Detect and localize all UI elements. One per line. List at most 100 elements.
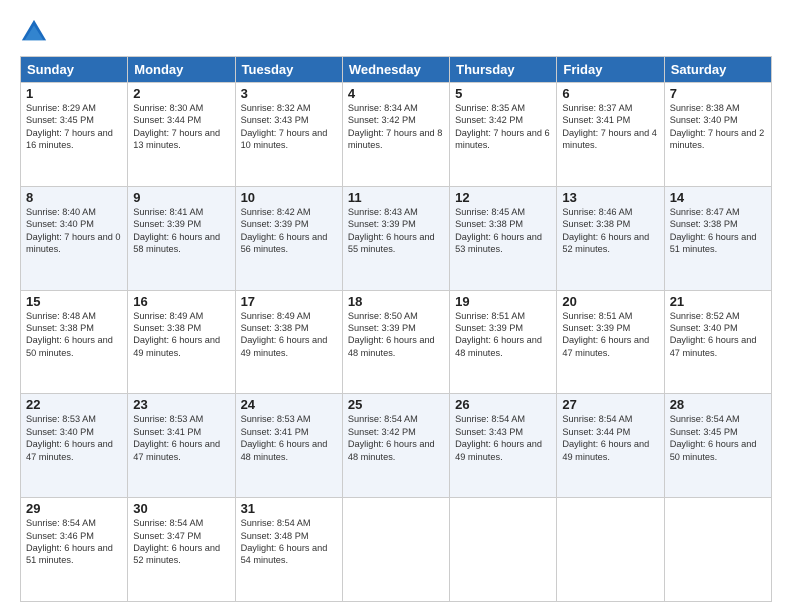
cell-text: Sunrise: 8:38 AMSunset: 3:40 PMDaylight:… — [670, 102, 766, 152]
calendar-cell: 10Sunrise: 8:42 AMSunset: 3:39 PMDayligh… — [235, 186, 342, 290]
cell-text: Sunrise: 8:41 AMSunset: 3:39 PMDaylight:… — [133, 206, 229, 256]
calendar-cell: 29Sunrise: 8:54 AMSunset: 3:46 PMDayligh… — [21, 498, 128, 602]
calendar-cell: 5Sunrise: 8:35 AMSunset: 3:42 PMDaylight… — [450, 83, 557, 187]
calendar-cell: 14Sunrise: 8:47 AMSunset: 3:38 PMDayligh… — [664, 186, 771, 290]
cell-text: Sunrise: 8:29 AMSunset: 3:45 PMDaylight:… — [26, 102, 122, 152]
cell-text: Sunrise: 8:54 AMSunset: 3:46 PMDaylight:… — [26, 517, 122, 567]
day-header-friday: Friday — [557, 57, 664, 83]
cell-text: Sunrise: 8:46 AMSunset: 3:38 PMDaylight:… — [562, 206, 658, 256]
calendar-cell: 1Sunrise: 8:29 AMSunset: 3:45 PMDaylight… — [21, 83, 128, 187]
cell-text: Sunrise: 8:51 AMSunset: 3:39 PMDaylight:… — [455, 310, 551, 360]
day-number: 23 — [133, 397, 229, 412]
cell-text: Sunrise: 8:45 AMSunset: 3:38 PMDaylight:… — [455, 206, 551, 256]
day-number: 1 — [26, 86, 122, 101]
cell-text: Sunrise: 8:48 AMSunset: 3:38 PMDaylight:… — [26, 310, 122, 360]
cell-text: Sunrise: 8:47 AMSunset: 3:38 PMDaylight:… — [670, 206, 766, 256]
cell-text: Sunrise: 8:54 AMSunset: 3:45 PMDaylight:… — [670, 413, 766, 463]
cell-text: Sunrise: 8:37 AMSunset: 3:41 PMDaylight:… — [562, 102, 658, 152]
cell-text: Sunrise: 8:53 AMSunset: 3:41 PMDaylight:… — [133, 413, 229, 463]
calendar-cell: 2Sunrise: 8:30 AMSunset: 3:44 PMDaylight… — [128, 83, 235, 187]
logo — [20, 18, 52, 46]
day-header-wednesday: Wednesday — [342, 57, 449, 83]
day-number: 30 — [133, 501, 229, 516]
calendar-cell: 23Sunrise: 8:53 AMSunset: 3:41 PMDayligh… — [128, 394, 235, 498]
day-number: 11 — [348, 190, 444, 205]
calendar-week-1: 1Sunrise: 8:29 AMSunset: 3:45 PMDaylight… — [21, 83, 772, 187]
cell-text: Sunrise: 8:49 AMSunset: 3:38 PMDaylight:… — [241, 310, 337, 360]
day-number: 12 — [455, 190, 551, 205]
day-number: 2 — [133, 86, 229, 101]
cell-text: Sunrise: 8:49 AMSunset: 3:38 PMDaylight:… — [133, 310, 229, 360]
calendar-header-row: SundayMondayTuesdayWednesdayThursdayFrid… — [21, 57, 772, 83]
day-number: 6 — [562, 86, 658, 101]
calendar-cell — [557, 498, 664, 602]
day-number: 13 — [562, 190, 658, 205]
calendar-cell: 16Sunrise: 8:49 AMSunset: 3:38 PMDayligh… — [128, 290, 235, 394]
calendar-week-3: 15Sunrise: 8:48 AMSunset: 3:38 PMDayligh… — [21, 290, 772, 394]
calendar-cell: 3Sunrise: 8:32 AMSunset: 3:43 PMDaylight… — [235, 83, 342, 187]
day-number: 24 — [241, 397, 337, 412]
calendar-cell: 13Sunrise: 8:46 AMSunset: 3:38 PMDayligh… — [557, 186, 664, 290]
day-header-tuesday: Tuesday — [235, 57, 342, 83]
day-number: 16 — [133, 294, 229, 309]
day-number: 29 — [26, 501, 122, 516]
day-number: 21 — [670, 294, 766, 309]
day-header-sunday: Sunday — [21, 57, 128, 83]
cell-text: Sunrise: 8:54 AMSunset: 3:48 PMDaylight:… — [241, 517, 337, 567]
calendar-week-5: 29Sunrise: 8:54 AMSunset: 3:46 PMDayligh… — [21, 498, 772, 602]
day-number: 27 — [562, 397, 658, 412]
cell-text: Sunrise: 8:52 AMSunset: 3:40 PMDaylight:… — [670, 310, 766, 360]
day-number: 19 — [455, 294, 551, 309]
day-number: 10 — [241, 190, 337, 205]
calendar-body: 1Sunrise: 8:29 AMSunset: 3:45 PMDaylight… — [21, 83, 772, 602]
day-number: 5 — [455, 86, 551, 101]
day-number: 31 — [241, 501, 337, 516]
calendar-cell: 30Sunrise: 8:54 AMSunset: 3:47 PMDayligh… — [128, 498, 235, 602]
day-number: 15 — [26, 294, 122, 309]
cell-text: Sunrise: 8:54 AMSunset: 3:43 PMDaylight:… — [455, 413, 551, 463]
day-number: 22 — [26, 397, 122, 412]
calendar-cell: 15Sunrise: 8:48 AMSunset: 3:38 PMDayligh… — [21, 290, 128, 394]
cell-text: Sunrise: 8:35 AMSunset: 3:42 PMDaylight:… — [455, 102, 551, 152]
cell-text: Sunrise: 8:32 AMSunset: 3:43 PMDaylight:… — [241, 102, 337, 152]
cell-text: Sunrise: 8:42 AMSunset: 3:39 PMDaylight:… — [241, 206, 337, 256]
calendar-cell: 6Sunrise: 8:37 AMSunset: 3:41 PMDaylight… — [557, 83, 664, 187]
calendar-cell: 31Sunrise: 8:54 AMSunset: 3:48 PMDayligh… — [235, 498, 342, 602]
calendar-cell: 24Sunrise: 8:53 AMSunset: 3:41 PMDayligh… — [235, 394, 342, 498]
cell-text: Sunrise: 8:54 AMSunset: 3:47 PMDaylight:… — [133, 517, 229, 567]
calendar-cell: 28Sunrise: 8:54 AMSunset: 3:45 PMDayligh… — [664, 394, 771, 498]
calendar-table: SundayMondayTuesdayWednesdayThursdayFrid… — [20, 56, 772, 602]
calendar-week-2: 8Sunrise: 8:40 AMSunset: 3:40 PMDaylight… — [21, 186, 772, 290]
cell-text: Sunrise: 8:51 AMSunset: 3:39 PMDaylight:… — [562, 310, 658, 360]
day-number: 20 — [562, 294, 658, 309]
day-number: 8 — [26, 190, 122, 205]
calendar-cell: 7Sunrise: 8:38 AMSunset: 3:40 PMDaylight… — [664, 83, 771, 187]
logo-icon — [20, 18, 48, 46]
day-number: 28 — [670, 397, 766, 412]
day-number: 17 — [241, 294, 337, 309]
calendar-cell: 25Sunrise: 8:54 AMSunset: 3:42 PMDayligh… — [342, 394, 449, 498]
day-number: 3 — [241, 86, 337, 101]
cell-text: Sunrise: 8:30 AMSunset: 3:44 PMDaylight:… — [133, 102, 229, 152]
day-header-monday: Monday — [128, 57, 235, 83]
page: SundayMondayTuesdayWednesdayThursdayFrid… — [0, 0, 792, 612]
day-number: 18 — [348, 294, 444, 309]
calendar-cell: 26Sunrise: 8:54 AMSunset: 3:43 PMDayligh… — [450, 394, 557, 498]
calendar-cell: 20Sunrise: 8:51 AMSunset: 3:39 PMDayligh… — [557, 290, 664, 394]
calendar-week-4: 22Sunrise: 8:53 AMSunset: 3:40 PMDayligh… — [21, 394, 772, 498]
cell-text: Sunrise: 8:53 AMSunset: 3:40 PMDaylight:… — [26, 413, 122, 463]
calendar-cell: 9Sunrise: 8:41 AMSunset: 3:39 PMDaylight… — [128, 186, 235, 290]
calendar-cell: 12Sunrise: 8:45 AMSunset: 3:38 PMDayligh… — [450, 186, 557, 290]
cell-text: Sunrise: 8:54 AMSunset: 3:42 PMDaylight:… — [348, 413, 444, 463]
calendar-cell: 8Sunrise: 8:40 AMSunset: 3:40 PMDaylight… — [21, 186, 128, 290]
calendar-cell: 17Sunrise: 8:49 AMSunset: 3:38 PMDayligh… — [235, 290, 342, 394]
cell-text: Sunrise: 8:40 AMSunset: 3:40 PMDaylight:… — [26, 206, 122, 256]
calendar-cell: 4Sunrise: 8:34 AMSunset: 3:42 PMDaylight… — [342, 83, 449, 187]
calendar-cell — [664, 498, 771, 602]
cell-text: Sunrise: 8:34 AMSunset: 3:42 PMDaylight:… — [348, 102, 444, 152]
day-number: 9 — [133, 190, 229, 205]
day-header-thursday: Thursday — [450, 57, 557, 83]
day-number: 4 — [348, 86, 444, 101]
calendar-cell — [342, 498, 449, 602]
calendar-cell: 22Sunrise: 8:53 AMSunset: 3:40 PMDayligh… — [21, 394, 128, 498]
